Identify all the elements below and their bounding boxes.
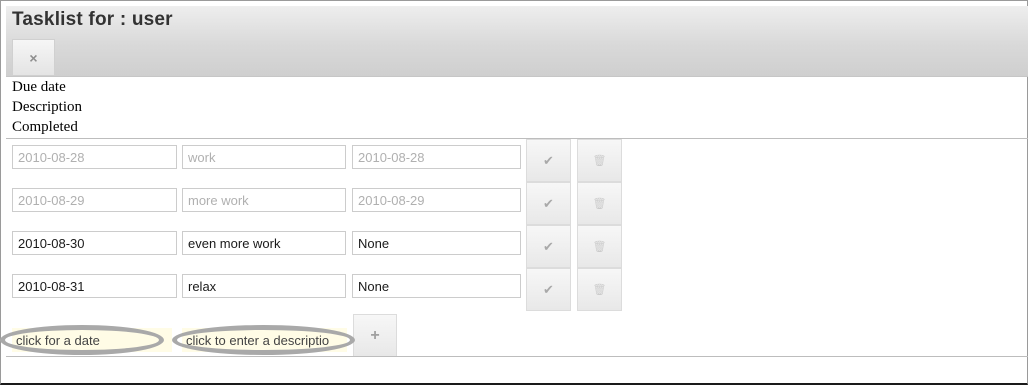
complete-button[interactable]: ✔ xyxy=(526,225,571,268)
description-field[interactable]: even more work xyxy=(182,231,346,255)
close-icon: × xyxy=(29,49,38,66)
complete-button[interactable]: ✔ xyxy=(526,182,571,225)
divider-bottom xyxy=(6,356,1028,357)
annotation-ellipse-description xyxy=(172,325,355,355)
trash-icon: 🗑 xyxy=(592,284,607,296)
due-date-field[interactable]: 2010-08-28 xyxy=(12,145,177,169)
delete-button[interactable]: 🗑 xyxy=(577,225,622,268)
description-field[interactable]: relax xyxy=(182,274,346,298)
complete-button[interactable]: ✔ xyxy=(526,139,571,182)
description-label: Description xyxy=(12,99,82,115)
completed-field[interactable]: 2010-08-29 xyxy=(352,188,521,212)
due-date-field[interactable]: 2010-08-31 xyxy=(12,274,177,298)
check-icon: ✔ xyxy=(543,195,554,211)
task-row: 2010-08-30 even more work None ✔ 🗑 xyxy=(12,225,632,268)
completed-field[interactable]: None xyxy=(352,231,521,255)
task-row: 2010-08-29 more work 2010-08-29 ✔ 🗑 xyxy=(12,182,632,225)
due-date-field[interactable]: 2010-08-29 xyxy=(12,188,177,212)
check-icon: ✔ xyxy=(543,281,554,297)
trash-icon: 🗑 xyxy=(592,241,607,253)
trash-icon: 🗑 xyxy=(592,198,607,210)
completed-field[interactable]: None xyxy=(352,274,521,298)
add-task-button[interactable]: + xyxy=(353,314,397,357)
page-title: Tasklist for : user xyxy=(12,9,173,30)
completed-label: Completed xyxy=(12,119,78,135)
close-button[interactable]: × xyxy=(12,39,55,75)
trash-icon: 🗑 xyxy=(592,155,607,167)
completed-field[interactable]: 2010-08-28 xyxy=(352,145,521,169)
delete-button[interactable]: 🗑 xyxy=(577,268,622,311)
description-field[interactable]: more work xyxy=(182,188,346,212)
delete-button[interactable]: 🗑 xyxy=(577,182,622,225)
due-date-field[interactable]: 2010-08-30 xyxy=(12,231,177,255)
due-date-label: Due date xyxy=(12,79,66,95)
delete-button[interactable]: 🗑 xyxy=(577,139,622,182)
check-icon: ✔ xyxy=(543,238,554,254)
header-bar: Tasklist for : user × xyxy=(6,6,1028,77)
column-labels: Due date Description Completed xyxy=(12,77,82,137)
annotation-ellipse-date xyxy=(0,325,164,355)
complete-button[interactable]: ✔ xyxy=(526,268,571,311)
description-field[interactable]: work xyxy=(182,145,346,169)
plus-icon: + xyxy=(370,326,380,344)
task-row: 2010-08-28 work 2010-08-28 ✔ 🗑 xyxy=(12,139,632,182)
task-row: 2010-08-31 relax None ✔ 🗑 xyxy=(12,268,632,311)
check-icon: ✔ xyxy=(543,152,554,168)
